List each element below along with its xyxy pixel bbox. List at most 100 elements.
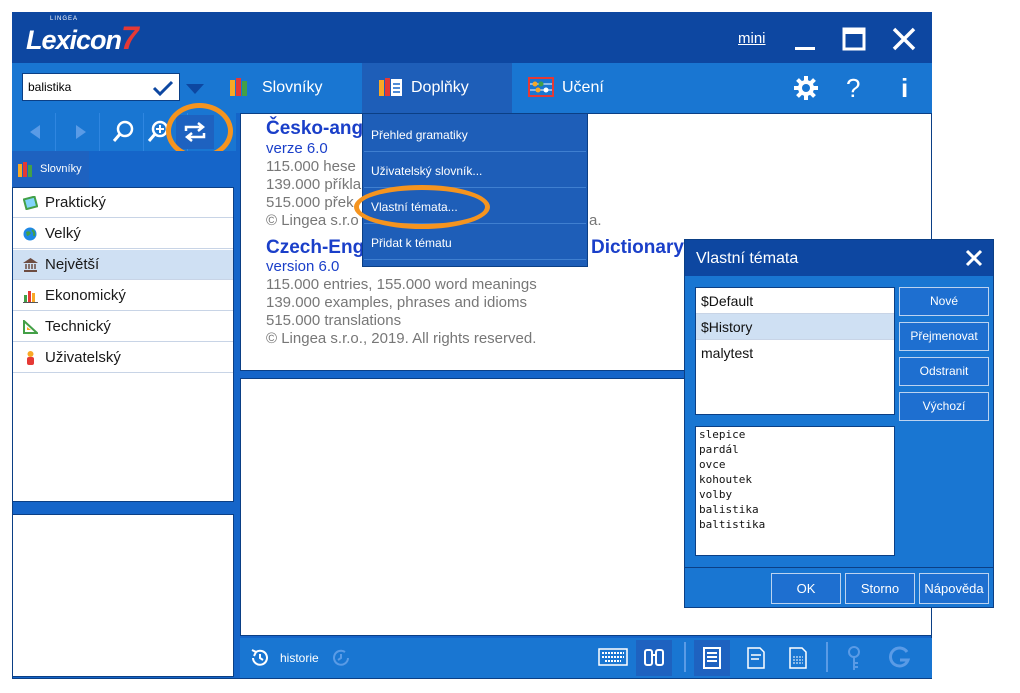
history-button[interactable] bbox=[249, 647, 271, 669]
help-dialog-button[interactable]: Nápověda bbox=[919, 573, 989, 604]
keyboard-button[interactable] bbox=[598, 648, 628, 666]
view-medium-button[interactable] bbox=[738, 640, 774, 676]
key-icon bbox=[848, 646, 860, 670]
delete-theme-button[interactable]: Odstranit bbox=[899, 357, 989, 386]
entry-version: version 6.0 bbox=[266, 258, 340, 275]
binoculars-button[interactable] bbox=[636, 640, 672, 676]
dialog-title: Vlastní témata bbox=[696, 250, 799, 267]
theme-label: malytest bbox=[701, 345, 754, 361]
dictionary-label: Praktický bbox=[45, 194, 106, 211]
tab-label: Doplňky bbox=[411, 79, 469, 96]
minimize-icon bbox=[795, 47, 815, 50]
books-page-icon bbox=[379, 78, 402, 96]
globe-icon bbox=[23, 227, 37, 241]
word-item: volby bbox=[699, 488, 733, 501]
info-button[interactable]: i bbox=[901, 73, 908, 104]
search-button[interactable] bbox=[100, 113, 144, 151]
logo-text: Lexicon bbox=[26, 25, 122, 55]
tab-uceni[interactable]: Učení bbox=[512, 63, 662, 113]
mini-mode-button[interactable]: mini bbox=[738, 30, 766, 47]
key-button[interactable] bbox=[838, 640, 874, 676]
arrow-right-icon bbox=[76, 125, 86, 139]
entry-title[interactable]: Czech-Eng bbox=[266, 237, 364, 259]
view-full-button[interactable] bbox=[694, 640, 730, 676]
word-item: balistika bbox=[699, 503, 759, 516]
entry-title[interactable]: Česko-ang bbox=[266, 118, 363, 140]
maximize-button[interactable] bbox=[842, 27, 866, 51]
keyboard-icon bbox=[598, 648, 628, 666]
document-medium-icon bbox=[747, 647, 765, 669]
history-label[interactable]: historie bbox=[280, 651, 319, 665]
history-forward-button[interactable] bbox=[330, 647, 352, 669]
theme-label: $Default bbox=[701, 293, 754, 309]
menu-item-label: Přidat k tématu bbox=[371, 236, 452, 250]
user-icon bbox=[27, 351, 34, 365]
dictionary-label: Uživatelský bbox=[45, 349, 121, 366]
theme-item[interactable]: malytest bbox=[696, 340, 894, 366]
settings-button[interactable] bbox=[793, 75, 819, 101]
default-theme-button[interactable]: Výchozí bbox=[899, 392, 989, 421]
entry-line: 115.000 hese bbox=[266, 158, 356, 175]
theme-word-list[interactable]: slepice pardál ovce kohoutek volby balis… bbox=[695, 426, 895, 556]
dictionary-item-technicky[interactable]: Technický bbox=[13, 312, 233, 342]
menu-item-prehled-gramatiky[interactable]: Přehled gramatiky bbox=[364, 116, 586, 152]
menu-item-uzivatelsky-slovnik[interactable]: Uživatelský slovník... bbox=[364, 152, 586, 188]
building-icon bbox=[23, 258, 38, 272]
tab-slovniky-panel[interactable]: Slovníky bbox=[13, 151, 89, 187]
bar-chart-icon bbox=[23, 291, 38, 303]
dialog-close-button[interactable] bbox=[965, 249, 983, 267]
help-button[interactable]: ? bbox=[846, 73, 860, 104]
forward-button[interactable] bbox=[56, 113, 100, 151]
entry-line: 515.000 přek bbox=[266, 194, 354, 211]
history-icon bbox=[251, 649, 268, 666]
menu-item-label: Přehled gramatiky bbox=[371, 128, 468, 142]
google-button[interactable] bbox=[882, 640, 918, 676]
dialog-divider bbox=[685, 567, 993, 568]
theme-item[interactable]: $Default bbox=[696, 288, 894, 314]
view-short-button[interactable] bbox=[780, 640, 816, 676]
new-theme-button[interactable]: Nové bbox=[899, 287, 989, 316]
dictionary-item-prakticky[interactable]: Praktický bbox=[13, 188, 233, 218]
entry-line: © Lingea s.r.o., 2019. All rights reserv… bbox=[266, 330, 537, 347]
dictionary-item-velky[interactable]: Velký bbox=[13, 219, 233, 249]
search-input[interactable] bbox=[28, 80, 146, 94]
close-icon bbox=[965, 249, 983, 267]
arrow-left-icon bbox=[30, 125, 40, 139]
search-box bbox=[22, 73, 180, 101]
document-full-icon bbox=[703, 647, 721, 669]
dictionary-label: Velký bbox=[45, 225, 81, 242]
entry-line: 115.000 entries, 155.000 word meanings bbox=[266, 276, 537, 293]
dictionary-item-nejvetsi[interactable]: Největší bbox=[13, 250, 233, 280]
divider bbox=[684, 642, 686, 672]
entry-version: verze 6.0 bbox=[266, 140, 328, 157]
dialog-title-bar: Vlastní témata bbox=[685, 240, 993, 276]
close-button[interactable] bbox=[891, 26, 917, 52]
menu-item-pridat-k-tematu[interactable]: Přidat k tématu bbox=[364, 224, 586, 260]
ok-button[interactable]: OK bbox=[771, 573, 841, 604]
theme-label: $History bbox=[701, 319, 753, 335]
document-short-icon bbox=[789, 647, 807, 669]
cancel-button[interactable]: Storno bbox=[845, 573, 915, 604]
theme-item[interactable]: $History bbox=[696, 314, 894, 340]
history-forward-icon bbox=[333, 649, 349, 666]
minimize-button[interactable] bbox=[793, 28, 817, 52]
close-icon bbox=[892, 27, 916, 51]
tab-doplnky[interactable]: Doplňky bbox=[362, 63, 512, 113]
search-icon bbox=[112, 120, 134, 142]
books-icon bbox=[230, 78, 247, 96]
dictionary-item-uzivatelsky[interactable]: Uživatelský bbox=[13, 343, 233, 373]
confirm-check-icon[interactable] bbox=[151, 79, 175, 97]
word-item: ovce bbox=[699, 458, 726, 471]
dictionary-list: Praktický Velký Největší Ekonomický Tech… bbox=[12, 187, 234, 502]
entry-title-tail[interactable]: Dictionary bbox=[591, 237, 684, 259]
dictionary-label: Ekonomický bbox=[45, 287, 126, 304]
tab-slovniky[interactable]: Slovníky bbox=[215, 63, 362, 113]
google-g-icon bbox=[889, 646, 911, 668]
rename-theme-button[interactable]: Přejmenovat bbox=[899, 322, 989, 351]
tab-label: Slovníky bbox=[262, 79, 323, 96]
entry-line: 515.000 translations bbox=[266, 312, 402, 329]
search-dropdown-button[interactable] bbox=[185, 82, 205, 96]
back-button[interactable] bbox=[12, 113, 56, 151]
word-item: baltistika bbox=[699, 518, 766, 531]
dictionary-item-ekonomicky[interactable]: Ekonomický bbox=[13, 281, 233, 311]
